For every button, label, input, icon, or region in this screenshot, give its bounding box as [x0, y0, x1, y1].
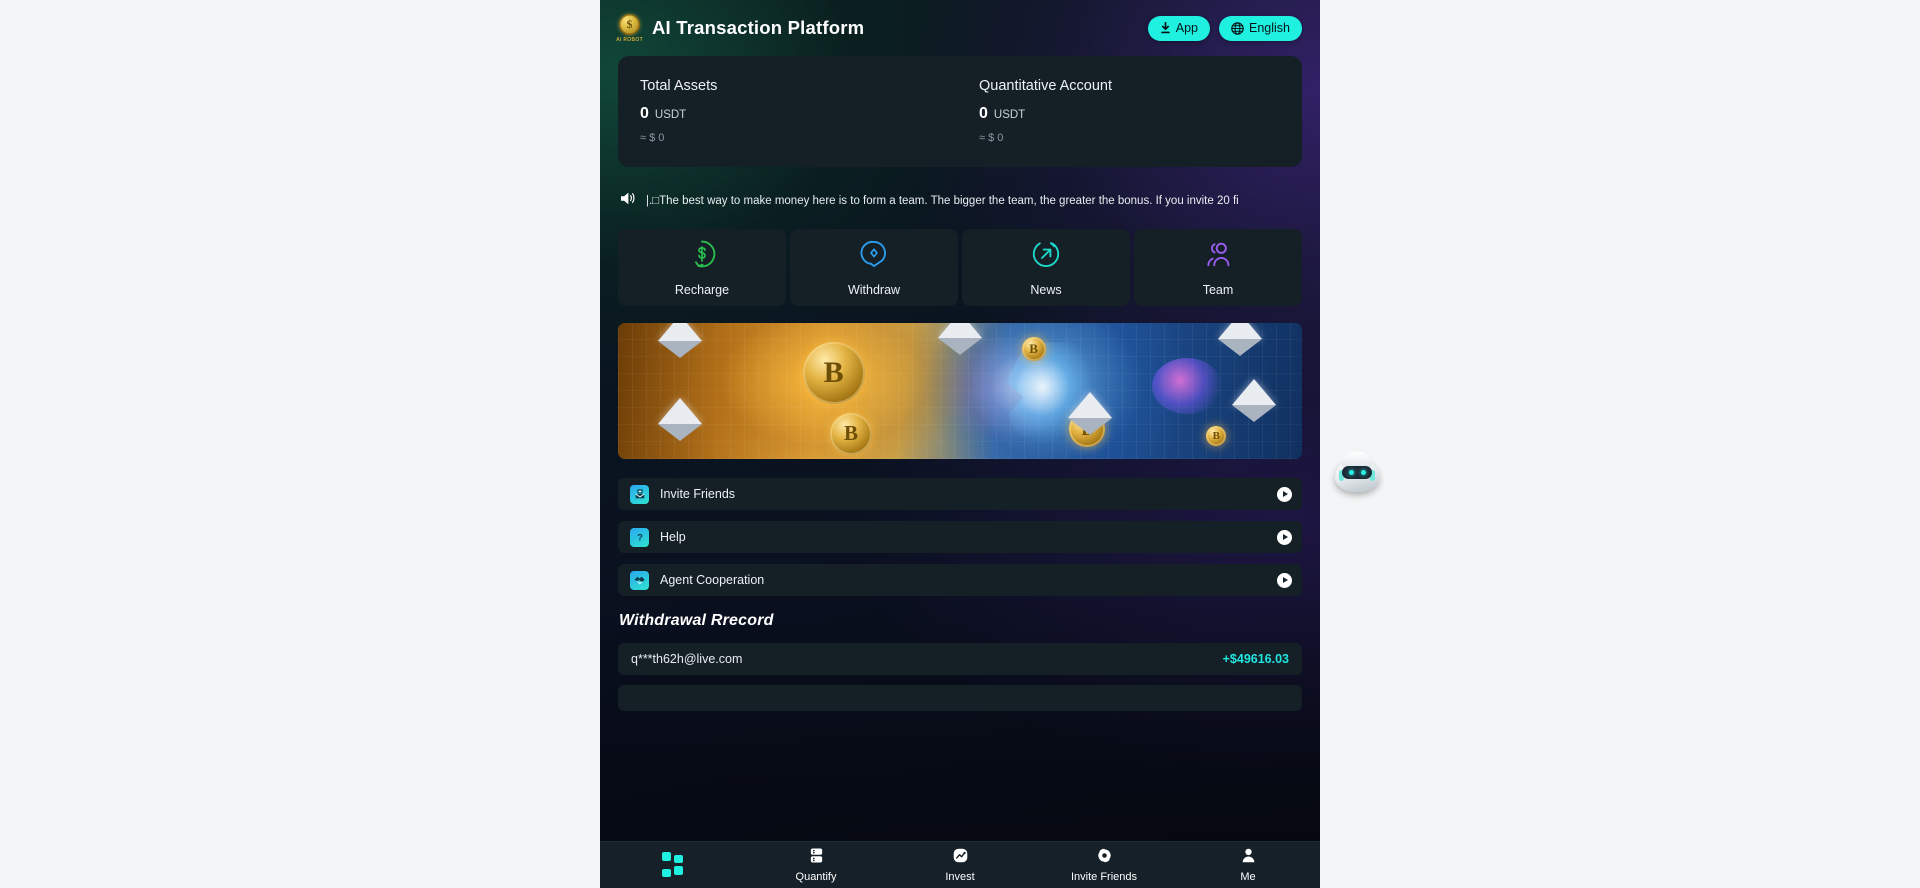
nav-item-home[interactable] — [600, 842, 744, 888]
banner-bitcoin-small: B — [1021, 336, 1046, 361]
withdrawal-record-row: q***th62h@live.com +$49616.03 — [618, 643, 1302, 675]
coin-icon: $ — [619, 13, 640, 35]
chevron-right-icon[interactable] — [1277, 572, 1292, 588]
total-assets-currency: USDT — [654, 109, 687, 121]
menu-item-invite-friends[interactable]: Invite Friends — [618, 478, 1302, 510]
menu-item-agent-cooperation-label: Agent Cooperation — [660, 573, 765, 587]
action-withdraw-label: Withdraw — [847, 282, 901, 297]
action-news[interactable]: News — [962, 229, 1130, 306]
quantitative-account-currency: USDT — [993, 109, 1026, 121]
banner-bitcoin-mid: B — [830, 412, 873, 455]
app-container: $ AI ROBOT AI Transaction Platform App E… — [600, 0, 1320, 888]
total-assets-amount: 0 — [640, 105, 649, 122]
arrow-circle-icon — [1031, 239, 1061, 274]
nav-item-quantify[interactable]: Quantify — [744, 842, 888, 888]
logo-caption: AI ROBOT — [616, 36, 643, 43]
globe-icon — [1231, 21, 1244, 35]
nav-item-invest-label: Invest — [945, 871, 975, 883]
server-icon — [808, 847, 825, 869]
total-assets-block: Total Assets 0 USDT ≈ $ 0 — [618, 78, 963, 167]
app-download-button[interactable]: App — [1147, 15, 1210, 41]
total-assets-title: Total Assets — [640, 78, 718, 94]
svg-text:?: ? — [637, 531, 643, 542]
total-assets-approx: ≈ $ 0 — [640, 132, 665, 144]
app-button-label: App — [1175, 21, 1198, 35]
nav-item-invite-friends-label: Invite Friends — [1070, 871, 1138, 883]
trend-chart-icon — [952, 847, 969, 869]
quantitative-account-amount: 0 — [979, 105, 988, 122]
robot-eyes — [1342, 466, 1372, 479]
nav-item-me[interactable]: Me — [1176, 842, 1320, 888]
chevron-right-icon[interactable] — [1277, 529, 1292, 545]
withdrawal-record-row — [618, 685, 1302, 711]
nav-item-me-label: Me — [1240, 871, 1256, 883]
balance-card: Total Assets 0 USDT ≈ $ 0 Quantitative A… — [618, 56, 1302, 167]
app-logo: $ AI ROBOT — [616, 11, 643, 45]
header-actions: App English — [1147, 15, 1302, 41]
menu-item-invite-friends-label: Invite Friends — [660, 487, 736, 501]
withdrawal-record-title: Withdrawal Rrecord — [619, 612, 774, 629]
action-news-label: News — [1030, 282, 1062, 297]
quick-actions: Recharge Withdraw News Team — [618, 229, 1302, 306]
dollar-circle-icon — [687, 239, 717, 274]
download-icon — [1160, 22, 1171, 34]
nav-item-invite-friends[interactable]: Invite Friends — [1032, 842, 1176, 888]
banner-brain-glow — [1151, 358, 1222, 415]
app-header: $ AI ROBOT AI Transaction Platform App E… — [600, 0, 1320, 56]
promo-banner[interactable]: B B B B B — [618, 323, 1302, 459]
action-team-label: Team — [1202, 282, 1234, 297]
action-team[interactable]: Team — [1134, 229, 1302, 306]
nav-item-invest[interactable]: Invest — [888, 842, 1032, 888]
action-recharge-label: Recharge — [674, 282, 730, 297]
withdrawal-record-amount: +$49616.03 — [1222, 652, 1289, 666]
announcement-text: |.□The best way to make money here is to… — [646, 195, 1239, 207]
action-withdraw[interactable]: Withdraw — [790, 229, 958, 306]
withdrawal-record-account: q***th62h@live.com — [631, 652, 743, 666]
menu-item-help-label: Help — [660, 530, 686, 544]
people-icon — [1203, 239, 1233, 274]
quantitative-account-approx: ≈ $ 0 — [979, 132, 1004, 144]
share-network-icon — [1096, 847, 1113, 869]
megaphone-icon — [620, 191, 637, 211]
invite-inbox-icon — [630, 484, 649, 504]
chevron-right-icon[interactable] — [1277, 486, 1292, 502]
quantitative-account-title: Quantitative Account — [979, 78, 1112, 94]
question-mark-icon: ? — [630, 527, 649, 547]
location-pin-icon — [859, 239, 889, 274]
announcement-bar[interactable]: |.□The best way to make money here is to… — [618, 188, 1302, 214]
language-button-label: English — [1249, 21, 1290, 35]
nav-item-quantify-label: Quantify — [795, 871, 837, 883]
page-title: AI Transaction Platform — [652, 17, 865, 38]
language-button[interactable]: English — [1219, 15, 1302, 41]
bottom-navigation: Quantify Invest Invite Friends Me — [600, 841, 1320, 888]
home-grid-icon — [661, 851, 683, 877]
quantitative-account-block: Quantitative Account 0 USDT ≈ $ 0 — [963, 78, 1302, 167]
robot-assistant-icon[interactable] — [1333, 448, 1381, 496]
banner-bitcoin-large: B — [802, 342, 865, 405]
handshake-icon — [630, 570, 649, 590]
menu-item-help[interactable]: ? Help — [618, 521, 1302, 553]
action-recharge[interactable]: Recharge — [618, 229, 786, 306]
menu-item-agent-cooperation[interactable]: Agent Cooperation — [618, 564, 1302, 596]
user-icon — [1240, 847, 1257, 869]
